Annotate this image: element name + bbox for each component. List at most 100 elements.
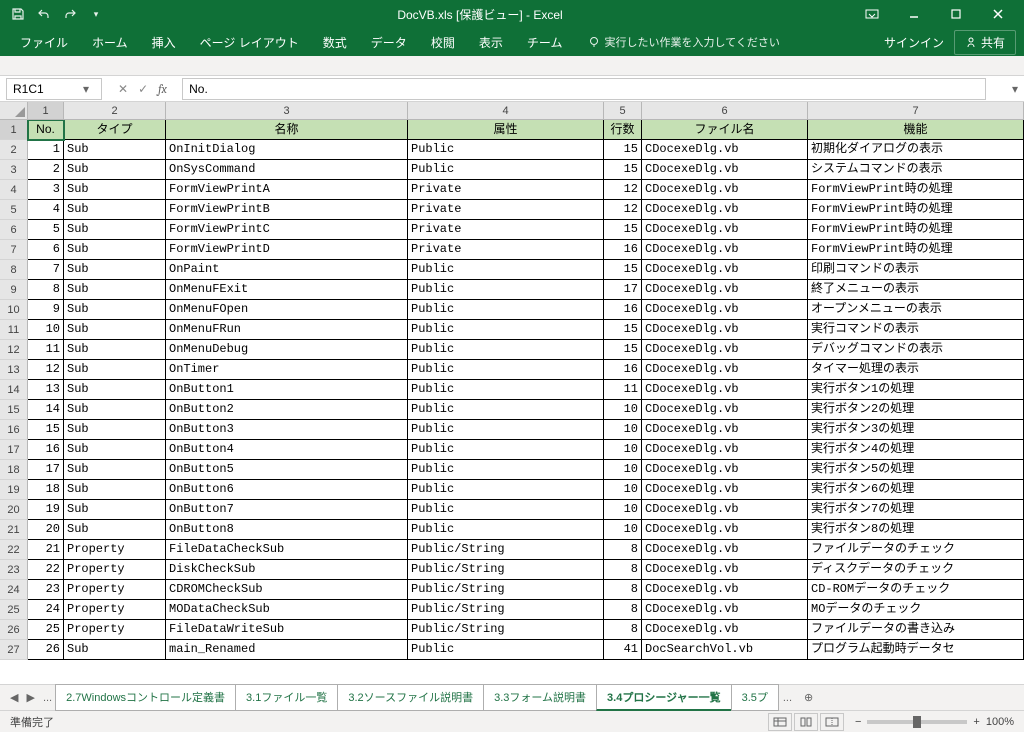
cell[interactable]: 実行ボタン6の処理 (808, 480, 1024, 500)
cell[interactable]: Sub (64, 340, 166, 360)
cell[interactable]: タイマー処理の表示 (808, 360, 1024, 380)
column-header[interactable]: 6 (642, 102, 808, 119)
cancel-formula-icon[interactable]: ✕ (118, 82, 128, 96)
cell[interactable]: 16 (604, 300, 642, 320)
cell[interactable]: 16 (604, 360, 642, 380)
zoom-in-button[interactable]: + (973, 716, 979, 728)
cell[interactable]: Sub (64, 440, 166, 460)
cell[interactable]: CDocexeDlg.vb (642, 380, 808, 400)
cell[interactable]: Private (408, 180, 604, 200)
cell[interactable]: CDocexeDlg.vb (642, 140, 808, 160)
cell[interactable]: 10 (604, 500, 642, 520)
cell[interactable]: 15 (604, 160, 642, 180)
cell[interactable]: 5 (28, 220, 64, 240)
cell[interactable]: 12 (604, 180, 642, 200)
row-header[interactable]: 22 (0, 540, 28, 560)
cell[interactable]: FormViewPrintC (166, 220, 408, 240)
minimize-button[interactable] (894, 3, 934, 25)
worksheet-grid[interactable]: 1234567 1No.タイプ名称属性行数ファイル名機能21SubOnInitD… (0, 102, 1024, 684)
cell[interactable]: 8 (604, 560, 642, 580)
cell[interactable]: 実行ボタン2の処理 (808, 400, 1024, 420)
row-header[interactable]: 4 (0, 180, 28, 200)
ribbon-tab[interactable]: チーム (515, 34, 575, 51)
cell[interactable]: 4 (28, 200, 64, 220)
cell[interactable]: 実行ボタン4の処理 (808, 440, 1024, 460)
qat-customize-icon[interactable]: ▾ (84, 3, 108, 25)
tell-me-box[interactable]: 実行したい作業を入力してください (588, 34, 779, 50)
row-header[interactable]: 9 (0, 280, 28, 300)
cell[interactable]: CDocexeDlg.vb (642, 540, 808, 560)
cell[interactable]: 初期化ダイアログの表示 (808, 140, 1024, 160)
close-button[interactable] (978, 3, 1018, 25)
zoom-slider[interactable] (867, 720, 967, 724)
cell[interactable]: 22 (28, 560, 64, 580)
cell[interactable]: Sub (64, 520, 166, 540)
cell[interactable]: Sub (64, 480, 166, 500)
cell[interactable]: MOデータのチェック (808, 600, 1024, 620)
row-header[interactable]: 6 (0, 220, 28, 240)
undo-button[interactable] (32, 3, 56, 25)
cell[interactable]: システムコマンドの表示 (808, 160, 1024, 180)
ribbon-tab[interactable]: ホーム (80, 34, 140, 51)
cell[interactable]: 15 (604, 340, 642, 360)
cell[interactable]: Private (408, 220, 604, 240)
row-header[interactable]: 15 (0, 400, 28, 420)
save-button[interactable] (6, 3, 30, 25)
cell[interactable]: FormViewPrint時の処理 (808, 240, 1024, 260)
ribbon-tab[interactable]: データ (359, 34, 419, 51)
cell[interactable]: FormViewPrint時の処理 (808, 220, 1024, 240)
cell[interactable]: CDocexeDlg.vb (642, 240, 808, 260)
cell[interactable]: 11 (28, 340, 64, 360)
cell[interactable]: Property (64, 540, 166, 560)
cell[interactable]: 印刷コマンドの表示 (808, 260, 1024, 280)
cell[interactable]: OnButton1 (166, 380, 408, 400)
tab-nav-next[interactable]: ▶ (22, 691, 38, 704)
cell[interactable]: CDROMCheckSub (166, 580, 408, 600)
cell[interactable]: Sub (64, 640, 166, 660)
column-header[interactable]: 1 (28, 102, 64, 119)
cell[interactable]: DiskCheckSub (166, 560, 408, 580)
cell[interactable]: CD-ROMデータのチェック (808, 580, 1024, 600)
cell[interactable]: ディスクデータのチェック (808, 560, 1024, 580)
cell[interactable]: 実行ボタン1の処理 (808, 380, 1024, 400)
tab-nav-more[interactable]: ... (39, 692, 56, 704)
cell[interactable]: 10 (604, 480, 642, 500)
cell[interactable]: CDocexeDlg.vb (642, 560, 808, 580)
cell[interactable]: 10 (604, 460, 642, 480)
cell[interactable]: ファイル名 (642, 120, 808, 140)
cell[interactable]: 7 (28, 260, 64, 280)
column-header[interactable]: 3 (166, 102, 408, 119)
cell[interactable]: CDocexeDlg.vb (642, 480, 808, 500)
cell[interactable]: OnButton4 (166, 440, 408, 460)
cell[interactable]: CDocexeDlg.vb (642, 340, 808, 360)
cell[interactable]: 16 (28, 440, 64, 460)
maximize-button[interactable] (936, 3, 976, 25)
ribbon-tab[interactable]: 挿入 (140, 34, 188, 51)
cell[interactable]: Public/String (408, 620, 604, 640)
ribbon-tab[interactable]: 数式 (311, 34, 359, 51)
cell[interactable]: Sub (64, 200, 166, 220)
cell[interactable]: 6 (28, 240, 64, 260)
cell[interactable]: OnTimer (166, 360, 408, 380)
sheet-tab[interactable]: 3.4プロシージャー一覧 (596, 684, 732, 711)
cell[interactable]: Public (408, 320, 604, 340)
cell[interactable]: 25 (28, 620, 64, 640)
row-header[interactable]: 12 (0, 340, 28, 360)
cell[interactable]: Sub (64, 160, 166, 180)
name-box-dropdown-icon[interactable]: ▾ (77, 82, 95, 96)
cell[interactable]: 終了メニューの表示 (808, 280, 1024, 300)
cell[interactable]: Sub (64, 320, 166, 340)
cell[interactable]: 17 (28, 460, 64, 480)
cell[interactable]: Public (408, 480, 604, 500)
cell[interactable]: CDocexeDlg.vb (642, 460, 808, 480)
tab-nav-prev[interactable]: ◀ (6, 691, 22, 704)
cell[interactable]: 8 (604, 620, 642, 640)
row-header[interactable]: 3 (0, 160, 28, 180)
cell[interactable]: Public/String (408, 560, 604, 580)
cell[interactable]: CDocexeDlg.vb (642, 220, 808, 240)
cell[interactable]: 15 (604, 140, 642, 160)
ribbon-options-button[interactable] (852, 3, 892, 25)
cell[interactable]: CDocexeDlg.vb (642, 360, 808, 380)
cell[interactable]: Public (408, 140, 604, 160)
cell[interactable]: 1 (28, 140, 64, 160)
